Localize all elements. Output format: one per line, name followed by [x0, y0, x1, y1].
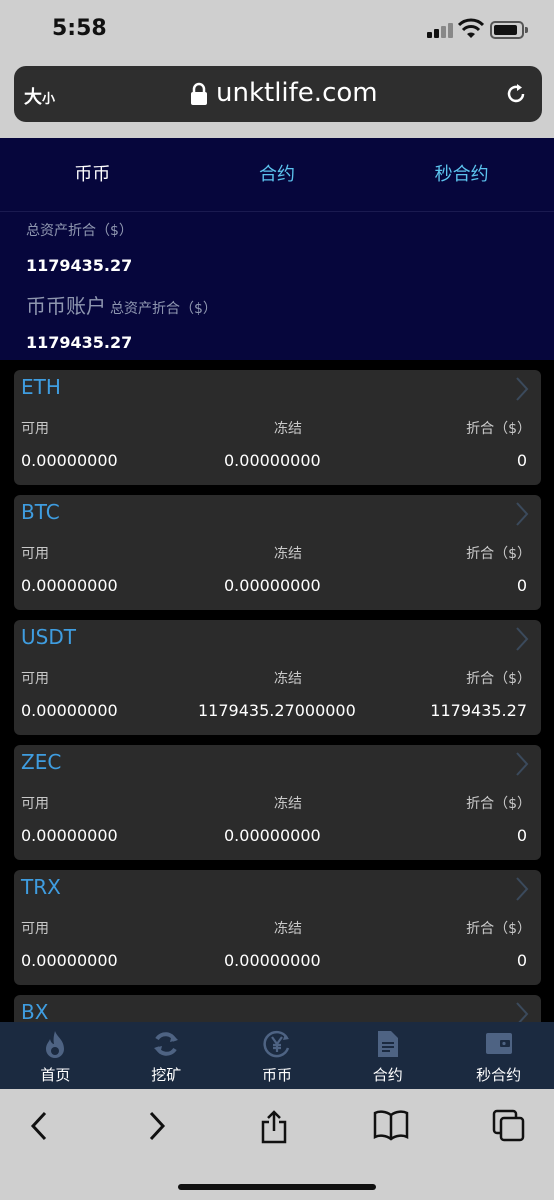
available-label: 可用: [21, 921, 49, 937]
frozen-label: 冻结: [274, 421, 302, 437]
coin-name: ZEC: [21, 750, 62, 774]
chevron-right-icon: [516, 877, 529, 901]
total-assets-label: 总资产折合（$）: [26, 223, 133, 239]
converted-value: 0: [516, 951, 527, 970]
asset-card-trx[interactable]: TRX 可用 冻结 折合（$） 0.00000000 0.00000000 0: [14, 870, 541, 985]
total-assets-value: 1179435.27: [26, 256, 133, 275]
converted-value: 0: [516, 451, 527, 470]
coin-name: ETH: [21, 375, 61, 399]
spot-account-value: 1179435.27: [26, 333, 133, 352]
converted-label: 折合（$）: [466, 546, 531, 562]
flame-icon: [46, 1031, 65, 1058]
available-value: 0.00000000: [21, 951, 118, 970]
converted-label: 折合（$）: [466, 796, 531, 812]
lock-icon: [191, 82, 207, 105]
forward-icon[interactable]: [146, 1109, 168, 1143]
asset-card-btc[interactable]: BTC 可用 冻结 折合（$） 0.00000000 0.00000000 0: [14, 495, 541, 610]
available-label: 可用: [21, 796, 49, 812]
tabs-icon[interactable]: [492, 1109, 526, 1143]
refresh-icon: [154, 1032, 179, 1056]
spot-account-title: 币币账户 总资产折合（$）: [26, 294, 217, 318]
frozen-value: 0.00000000: [224, 951, 321, 970]
converted-label: 折合（$）: [466, 671, 531, 687]
tab-contract[interactable]: 合约: [185, 138, 370, 211]
coin-name: TRX: [21, 875, 61, 899]
nav-spot[interactable]: 币币: [222, 1022, 333, 1089]
bottom-nav: 首页 挖矿 币币 合约 秒合约: [0, 1022, 554, 1089]
battery-icon: [490, 21, 528, 39]
text-size-button[interactable]: 大小: [24, 83, 55, 109]
available-label: 可用: [21, 546, 49, 562]
available-label: 可用: [21, 421, 49, 437]
nav-mining-label: 挖矿: [151, 1066, 182, 1084]
converted-value: 0: [516, 826, 527, 845]
tab-spot[interactable]: 币币: [0, 138, 185, 211]
asset-card-eth[interactable]: ETH 可用 冻结 折合（$） 0.00000000 0.00000000 0: [14, 370, 541, 485]
frozen-value: 0.00000000: [224, 451, 321, 470]
nav-mining[interactable]: 挖矿: [111, 1022, 222, 1089]
cellular-signal-icon: [427, 22, 453, 38]
share-icon[interactable]: [259, 1109, 289, 1145]
converted-label: 折合（$）: [466, 421, 531, 437]
chevron-right-icon: [516, 1002, 529, 1022]
chevron-right-icon: [516, 377, 529, 401]
address-bar[interactable]: 大小 unktlife.com: [14, 66, 542, 122]
status-bar: 5:58: [0, 0, 554, 60]
frozen-value: 1179435.27000000: [198, 701, 356, 720]
chevron-right-icon: [516, 752, 529, 776]
browser-url-area: 大小 unktlife.com: [0, 60, 554, 138]
converted-label: 折合（$）: [466, 921, 531, 937]
wallet-icon: [485, 1033, 512, 1054]
browser-toolbar: [0, 1089, 554, 1200]
frozen-label: 冻结: [274, 921, 302, 937]
tab-second-contract[interactable]: 秒合约: [369, 138, 554, 211]
bookmarks-icon[interactable]: [373, 1109, 409, 1141]
asset-card-usdt[interactable]: USDT 可用 冻结 折合（$） 0.00000000 1179435.2700…: [14, 620, 541, 735]
nav-home[interactable]: 首页: [0, 1022, 111, 1089]
available-value: 0.00000000: [21, 826, 118, 845]
account-tabs: 币币 合约 秒合约: [0, 138, 554, 212]
nav-spot-label: 币币: [261, 1066, 292, 1084]
converted-value: 1179435.27: [430, 701, 527, 720]
frozen-label: 冻结: [274, 796, 302, 812]
coin-name: BX: [21, 1000, 49, 1022]
chevron-right-icon: [516, 502, 529, 526]
url-text[interactable]: unktlife.com: [216, 78, 378, 108]
spot-account-subtitle: 总资产折合（$）: [110, 301, 217, 317]
nav-second-contract-label: 秒合约: [476, 1066, 522, 1084]
available-value: 0.00000000: [21, 451, 118, 470]
available-label: 可用: [21, 671, 49, 687]
frozen-label: 冻结: [274, 546, 302, 562]
chevron-right-icon: [516, 627, 529, 651]
frozen-label: 冻结: [274, 671, 302, 687]
home-indicator: [178, 1184, 376, 1190]
reload-icon[interactable]: [504, 82, 528, 106]
frozen-value: 0.00000000: [224, 826, 321, 845]
nav-second-contract[interactable]: 秒合约: [443, 1022, 554, 1089]
nav-contract-label: 合约: [372, 1066, 403, 1084]
available-value: 0.00000000: [21, 576, 118, 595]
back-icon[interactable]: [28, 1109, 50, 1143]
asset-summary: 总资产折合（$） 1179435.27 币币账户 总资产折合（$） 1179435…: [0, 212, 554, 360]
status-time: 5:58: [52, 16, 107, 41]
asset-list: ETH 可用 冻结 折合（$） 0.00000000 0.00000000 0 …: [14, 370, 541, 1022]
available-value: 0.00000000: [21, 701, 118, 720]
asset-card-zec[interactable]: ZEC 可用 冻结 折合（$） 0.00000000 0.00000000 0: [14, 745, 541, 860]
asset-card-bx[interactable]: BX: [14, 995, 541, 1022]
frozen-value: 0.00000000: [224, 576, 321, 595]
yen-coin-icon: [263, 1030, 290, 1058]
coin-name: BTC: [21, 500, 60, 524]
converted-value: 0: [516, 576, 527, 595]
document-icon: [377, 1031, 398, 1057]
nav-contract[interactable]: 合约: [332, 1022, 443, 1089]
coin-name: USDT: [21, 625, 76, 649]
wifi-icon: [458, 18, 484, 38]
nav-home-label: 首页: [40, 1066, 71, 1084]
